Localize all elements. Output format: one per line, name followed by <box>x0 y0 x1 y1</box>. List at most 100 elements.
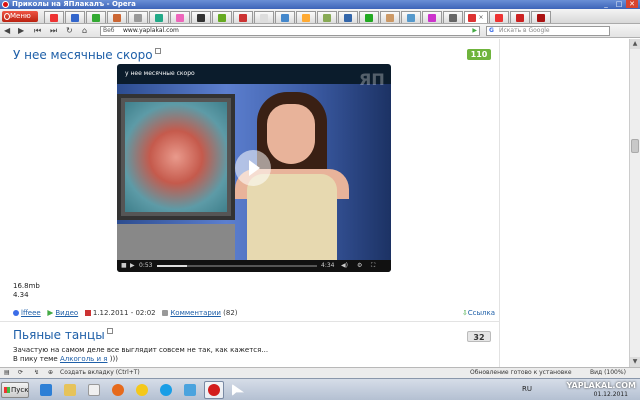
folder-taskbar-icon[interactable] <box>60 381 80 399</box>
media-taskbar-icon[interactable] <box>84 381 104 399</box>
browser-tab[interactable]: × <box>464 11 488 23</box>
browser-tab[interactable] <box>401 11 421 23</box>
panel-toggle-icon[interactable]: ▤ <box>4 368 10 378</box>
file-size: 16.8mb <box>13 282 40 290</box>
tab-favicon-icon <box>407 13 415 22</box>
tab-favicon-icon <box>134 13 142 22</box>
permalink[interactable]: ⇩ Ссылка <box>462 308 495 318</box>
fast-forward-icon[interactable]: ⏭ <box>50 26 57 36</box>
tab-favicon-icon <box>468 13 477 22</box>
browser-tab[interactable] <box>380 11 400 23</box>
speed-dial-icon[interactable]: ⟳ <box>18 368 23 378</box>
browser-tab[interactable] <box>275 11 295 23</box>
play-icon[interactable]: ▶ <box>130 260 135 272</box>
minimize-button[interactable]: _ <box>600 0 612 8</box>
scroll-down-icon[interactable]: ▼ <box>630 357 640 367</box>
browser-tab[interactable] <box>149 11 169 23</box>
turbo-icon[interactable]: ↯ <box>34 368 39 378</box>
person-face <box>267 104 315 164</box>
post-title[interactable]: У нее месячные скоро <box>13 48 161 62</box>
browser-tab[interactable] <box>254 11 274 23</box>
close-tab-icon[interactable]: × <box>478 14 483 21</box>
calendar-icon <box>84 310 91 316</box>
category-link[interactable]: Видео <box>55 308 78 318</box>
scroll-thumb[interactable] <box>631 139 639 153</box>
browser-tab[interactable] <box>212 11 232 23</box>
home-icon[interactable]: ⌂ <box>82 26 87 36</box>
opera-menu-button[interactable]: Меню <box>2 11 38 22</box>
explorer-taskbar-icon[interactable] <box>36 381 56 399</box>
opera-taskbar-icon[interactable] <box>204 381 224 399</box>
tab-favicon-icon <box>197 13 205 22</box>
skype-taskbar-icon[interactable] <box>156 381 176 399</box>
reload-icon[interactable]: ↻ <box>66 26 73 36</box>
post-date: 1.12.2011 - 02:02 <box>92 309 156 317</box>
browser-tab[interactable] <box>128 11 148 23</box>
post-title-text[interactable]: Пьяные танцы <box>13 328 105 342</box>
fullscreen-icon[interactable]: ⛶ <box>371 260 375 272</box>
browser-tab[interactable] <box>191 11 211 23</box>
external-link-icon[interactable] <box>106 328 113 334</box>
comments-link[interactable]: Комментарии <box>170 308 221 318</box>
browser-tab[interactable] <box>338 11 358 23</box>
author-link[interactable]: lffeee <box>21 308 41 318</box>
browser-tab[interactable] <box>86 11 106 23</box>
browser-tab[interactable] <box>510 11 530 23</box>
vertical-scrollbar[interactable]: ▲ ▼ <box>629 39 640 367</box>
browser-tab[interactable] <box>489 11 509 23</box>
go-icon[interactable]: ▶ <box>472 27 477 35</box>
tab-favicon-icon <box>344 13 352 22</box>
opera-logo-icon <box>2 1 9 8</box>
back-icon[interactable]: ◀ <box>4 26 10 36</box>
user-icon <box>13 310 19 316</box>
permalink-label[interactable]: Ссылка <box>468 308 495 318</box>
settings-icon[interactable]: ⚙ <box>357 260 362 272</box>
cursor-taskbar-icon[interactable] <box>228 381 248 399</box>
search-input[interactable]: G Искать в Google <box>486 26 610 36</box>
stop-icon[interactable]: ■ <box>121 260 127 272</box>
messenger-taskbar-icon[interactable] <box>132 381 152 399</box>
tab-favicon-icon <box>495 13 503 22</box>
browser-tab[interactable] <box>317 11 337 23</box>
browser-tab[interactable] <box>44 11 64 23</box>
external-link-icon[interactable] <box>154 48 161 54</box>
image-viewer-taskbar-icon[interactable] <box>180 381 200 399</box>
browser-tab[interactable] <box>443 11 463 23</box>
browser-tab[interactable] <box>65 11 85 23</box>
system-tray: RU YAPLAKAL.COM 01.12.2011 <box>520 379 640 401</box>
tab-strip: × <box>44 11 551 23</box>
new-tab-icon[interactable]: ⊕ <box>48 368 53 378</box>
video-controls: ■ ▶ 0:53 4:34 ◀) ⚙ ⛶ <box>117 260 391 272</box>
post-body-text: ))) <box>109 355 118 363</box>
browser-tab[interactable] <box>422 11 442 23</box>
volume-icon[interactable]: ◀) <box>341 260 348 272</box>
rewind-icon[interactable]: ⏮ <box>34 26 41 36</box>
post-title[interactable]: Пьяные танцы <box>13 328 113 342</box>
clock-date[interactable]: 01.12.2011 <box>594 391 628 398</box>
start-button[interactable]: Пуск <box>1 382 29 398</box>
maximize-button[interactable]: □ <box>613 0 625 8</box>
browser-tab[interactable] <box>170 11 190 23</box>
update-status[interactable]: Обновление готово к установке <box>470 368 572 378</box>
address-field[interactable]: Веб www.yaplakal.com ▶ <box>100 26 480 36</box>
zoom-level[interactable]: Вид (100%) <box>590 368 626 378</box>
browser-tab[interactable] <box>107 11 127 23</box>
play-button[interactable] <box>235 150 271 186</box>
firefox-taskbar-icon[interactable] <box>108 381 128 399</box>
forward-icon[interactable]: ▶ <box>18 26 24 36</box>
browser-tab[interactable] <box>359 11 379 23</box>
browser-tab[interactable] <box>233 11 253 23</box>
new-tab-hint[interactable]: Создать вкладку (Ctrl+T) <box>60 368 140 378</box>
post-title-text[interactable]: У нее месячные скоро <box>13 48 153 62</box>
browser-tab[interactable] <box>296 11 316 23</box>
video-player[interactable]: у нее месячные скоро ЯП ■ ▶ 0:53 4:34 ◀)… <box>117 64 391 272</box>
tv-stand-image <box>117 224 235 260</box>
tab-favicon-icon <box>428 13 436 22</box>
close-button[interactable]: ✕ <box>626 0 638 8</box>
browser-tab[interactable] <box>531 11 551 23</box>
scroll-up-icon[interactable]: ▲ <box>630 39 640 49</box>
topic-link[interactable]: Алкоголь и я <box>60 355 108 363</box>
language-indicator[interactable]: RU <box>522 385 532 393</box>
video-progress-bar[interactable] <box>157 265 317 267</box>
current-time: 0:53 <box>139 262 153 269</box>
